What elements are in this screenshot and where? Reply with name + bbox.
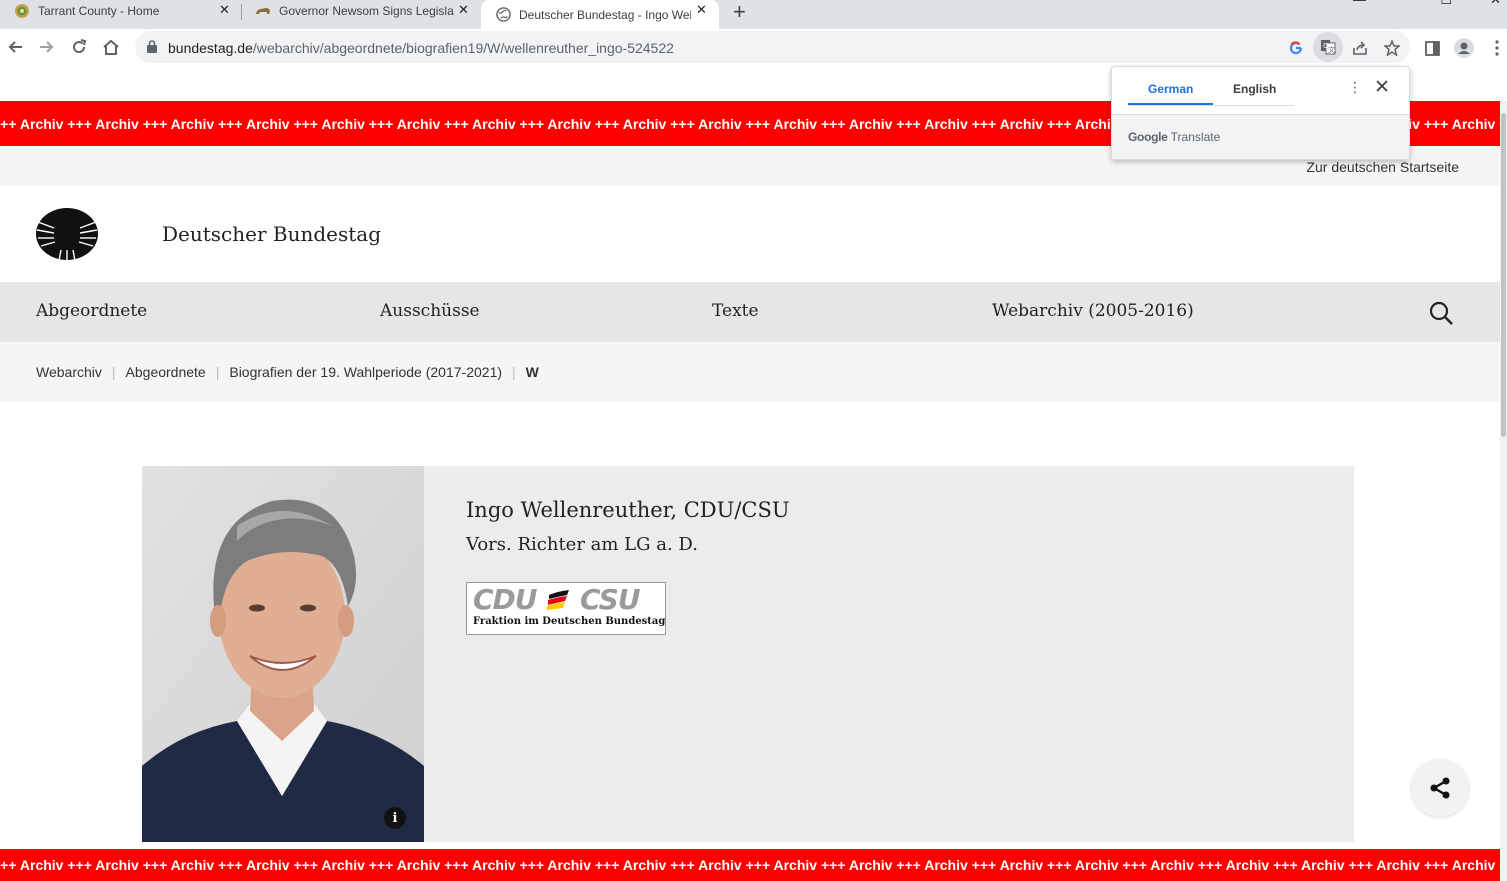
breadcrumb-biografien[interactable]: Biografien der 19. Wahlperiode (2017-202…	[229, 364, 502, 380]
nav-item-abgeordnete[interactable]: Abgeordnete	[36, 301, 147, 321]
profile-avatar-icon[interactable]	[1453, 37, 1475, 59]
german-flag-swoosh-icon	[547, 590, 570, 610]
member-portrait: i	[142, 466, 424, 842]
member-name: Ingo Wellenreuther, CDU/CSU	[466, 498, 790, 522]
browser-tab-newsom[interactable]: Governor Newsom Signs Legislat ✕	[241, 0, 481, 21]
more-options-icon[interactable]: ⋮	[1348, 79, 1362, 96]
breadcrumb: Webarchiv | Abgeordnete | Biografien der…	[0, 342, 1500, 402]
scrollbar-thumb[interactable]	[1501, 113, 1506, 437]
svg-text:文: 文	[1328, 45, 1335, 54]
federal-eagle-logo[interactable]	[34, 206, 100, 263]
translate-popup: German English ⋮ Google Translate	[1111, 66, 1410, 160]
california-bear-icon	[255, 3, 271, 19]
side-panel-icon[interactable]	[1421, 37, 1443, 59]
member-profession: Vors. Richter am LG a. D.	[466, 534, 698, 555]
tab-title: Governor Newsom Signs Legislat	[279, 3, 454, 18]
ticker-text: +++ Archiv +++ Archiv +++ Archiv +++ Arc…	[0, 857, 1507, 873]
breadcrumb-separator: |	[215, 364, 220, 380]
party-logo-wordmark: CDU CSU	[473, 583, 640, 616]
maximize-icon[interactable]: ☐	[1440, 0, 1452, 8]
translate-active-indicator	[1128, 103, 1213, 105]
new-tab-button[interactable]: +	[733, 0, 746, 25]
address-bar[interactable]: bundestag.de/webarchiv/abgeordnete/biogr…	[135, 31, 1410, 63]
close-tab-icon[interactable]: ✕	[696, 2, 707, 18]
close-tab-icon[interactable]: ✕	[219, 2, 230, 18]
share-icon	[1430, 777, 1450, 799]
browser-tab-tarrant[interactable]: Tarrant County - Home ✕	[0, 0, 240, 21]
browser-toolbar: bundestag.de/webarchiv/abgeordnete/biogr…	[0, 29, 1507, 66]
breadcrumb-separator: |	[111, 364, 116, 380]
translate-tab-divider	[1128, 105, 1294, 106]
share-button[interactable]	[1411, 759, 1469, 817]
member-bio-card: i Ingo Wellenreuther, CDU/CSU Vors. Rich…	[142, 466, 1354, 842]
back-icon[interactable]	[4, 36, 26, 58]
bookmark-star-icon[interactable]	[1381, 37, 1403, 59]
tab-title: Deutscher Bundestag - Ingo Well	[519, 7, 691, 22]
chrome-menu-icon[interactable]	[1486, 37, 1507, 59]
breadcrumb-separator: |	[512, 364, 516, 380]
party-logo-subtitle: Fraktion im Deutschen Bundestag	[473, 616, 666, 627]
nav-item-webarchiv[interactable]: Webarchiv (2005-2016)	[992, 301, 1194, 321]
share-page-icon[interactable]	[1349, 37, 1371, 59]
breadcrumb-webarchiv[interactable]: Webarchiv	[36, 364, 102, 380]
archive-ticker-bottom: +++ Archiv +++ Archiv +++ Archiv +++ Arc…	[0, 849, 1507, 881]
image-info-button[interactable]: i	[384, 807, 406, 829]
google-lens-icon[interactable]	[1285, 37, 1307, 59]
site-name[interactable]: Deutscher Bundestag	[162, 222, 381, 246]
county-seal-icon	[14, 3, 30, 19]
translate-footer: Google Translate	[1112, 114, 1409, 159]
browser-tab-bundestag[interactable]: Deutscher Bundestag - Ingo Well ✕	[481, 0, 719, 29]
google-translate-brand: Google Translate	[1128, 130, 1221, 144]
party-logo-cdu-csu[interactable]: CDU CSU Fraktion im Deutschen Bundestag	[466, 582, 666, 635]
globe-icon	[495, 7, 511, 23]
translate-tab-german[interactable]: German	[1148, 82, 1193, 96]
german-homepage-link[interactable]: Zur deutschen Startseite	[1306, 159, 1459, 175]
close-window-icon[interactable]: ✕	[1490, 0, 1501, 8]
portrait-image	[142, 466, 424, 842]
forward-icon[interactable]	[36, 36, 58, 58]
search-icon[interactable]	[1428, 300, 1454, 326]
lock-icon[interactable]	[147, 40, 157, 58]
tab-strip: Tarrant County - Home ✕ Governor Newsom …	[0, 0, 1507, 29]
tab-title: Tarrant County - Home	[38, 3, 160, 18]
close-icon[interactable]	[1375, 79, 1389, 93]
site-header: Deutscher Bundestag	[0, 186, 1500, 282]
nav-item-ausschuesse[interactable]: Ausschüsse	[380, 301, 480, 321]
translate-icon[interactable]: G文	[1313, 32, 1343, 62]
main-navigation: Abgeordnete Ausschüsse Texte Webarchiv (…	[0, 282, 1500, 342]
breadcrumb-abgeordnete[interactable]: Abgeordnete	[126, 364, 206, 380]
url-text: bundestag.de/webarchiv/abgeordnete/biogr…	[168, 40, 674, 56]
page-scrollbar[interactable]	[1500, 101, 1507, 881]
breadcrumb-current: W	[525, 364, 539, 380]
minimize-icon[interactable]: —	[1353, 0, 1366, 7]
home-icon[interactable]	[100, 36, 122, 58]
reload-icon[interactable]	[68, 36, 90, 58]
close-tab-icon[interactable]: ✕	[458, 2, 469, 18]
translate-tab-english[interactable]: English	[1233, 82, 1276, 96]
nav-item-texte[interactable]: Texte	[712, 301, 759, 321]
